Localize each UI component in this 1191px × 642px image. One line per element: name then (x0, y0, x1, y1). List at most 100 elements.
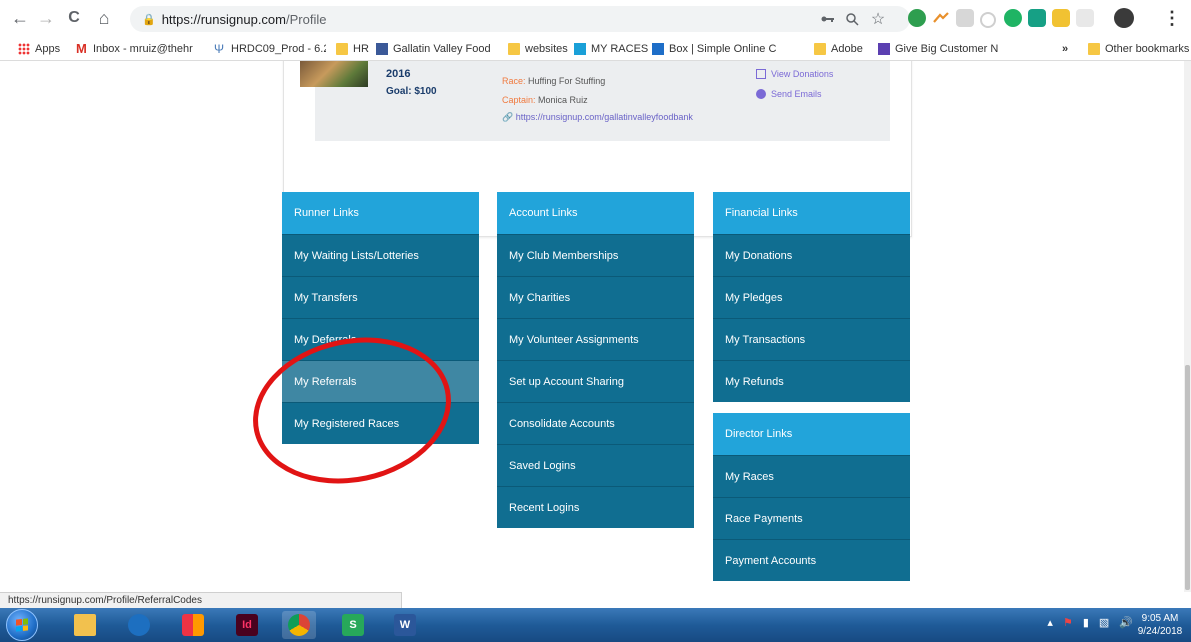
taskbar-chrome[interactable] (282, 611, 316, 639)
director-links-title: Director Links (713, 413, 910, 455)
trend-extension-icon[interactable] (932, 9, 950, 27)
bookmark-label: Adobe (831, 43, 863, 55)
tray-expand-icon[interactable]: ▴ (1047, 616, 1053, 629)
word-icon: W (394, 614, 416, 636)
bookmark-label: websites (525, 43, 568, 55)
menu-item-race-payments[interactable]: Race Payments (713, 497, 910, 539)
bookmark-other[interactable]: Other bookmarks (1088, 41, 1189, 57)
view-donations-label: View Donations (771, 69, 834, 79)
star-icon[interactable]: ☆ (868, 9, 888, 29)
bookmark-label: Gallatin Valley Food (393, 43, 491, 55)
menu-item-transfers[interactable]: My Transfers (282, 276, 479, 318)
taskbar-word[interactable]: W (388, 611, 422, 639)
bookmark-adobe[interactable]: Adobe (814, 41, 863, 57)
folder-icon (336, 43, 348, 55)
race-label: Race: (502, 76, 526, 86)
pdf-extension-icon[interactable] (956, 9, 974, 27)
start-button[interactable] (6, 609, 38, 641)
account-links-panel: Account Links My Club Memberships My Cha… (497, 192, 694, 528)
bookmark-label: Give Big Customer N (895, 43, 999, 55)
apps-grid-icon (18, 43, 30, 55)
taskbar-app-tiles[interactable] (176, 611, 210, 639)
team-link[interactable]: 🔗 https://runsignup.com/gallatinvalleyfo… (502, 112, 693, 123)
volume-icon[interactable]: 🔊 (1119, 616, 1133, 629)
taskbar-sheets[interactable]: S (336, 611, 370, 639)
grammarly-extension-icon[interactable] (1004, 9, 1022, 27)
captain-value: Monica Ruiz (538, 95, 588, 105)
menu-item-pledges[interactable]: My Pledges (713, 276, 910, 318)
tiles-icon (182, 614, 204, 636)
media-player-icon (128, 614, 150, 636)
circle-extension-icon[interactable] (980, 12, 996, 28)
gmail-icon: M (76, 41, 87, 56)
menu-icon[interactable]: ⋮ (1160, 6, 1184, 30)
menu-item-my-races[interactable]: My Races (713, 455, 910, 497)
home-icon[interactable]: ⌂ (92, 6, 116, 30)
send-emails-link[interactable]: Send Emails (756, 89, 822, 99)
key-icon[interactable] (818, 9, 838, 29)
menu-item-transactions[interactable]: My Transactions (713, 318, 910, 360)
bookmark-label: Other bookmarks (1105, 43, 1190, 55)
bookmark-label: MY RACES (591, 43, 649, 55)
taskbar-media-player[interactable] (122, 611, 156, 639)
scrollbar-thumb[interactable] (1185, 365, 1190, 590)
chart-extension-icon[interactable] (1052, 9, 1070, 27)
bookmark-apps[interactable]: Apps (18, 41, 60, 57)
menu-item-volunteer-assignments[interactable]: My Volunteer Assignments (497, 318, 694, 360)
view-donations-link[interactable]: View Donations (756, 69, 833, 79)
windows-logo-icon (16, 618, 28, 632)
action-center-icon[interactable]: ⚑ (1063, 616, 1073, 629)
window-extension-icon[interactable] (1028, 9, 1046, 27)
forward-icon[interactable]: → (34, 6, 58, 30)
menu-item-saved-logins[interactable]: Saved Logins (497, 444, 694, 486)
signal-icon[interactable]: ▮ (1083, 616, 1089, 629)
taskbar: Id S W ▴ ⚑ ▮ ▧ 🔊 9:05 AM 9/24/2018 (0, 608, 1191, 642)
menu-item-waiting-lists[interactable]: My Waiting Lists/Lotteries (282, 234, 479, 276)
bookmark-hrdc[interactable]: Ψ HRDC09_Prod - 6.2 (214, 41, 326, 57)
menu-item-deferrals[interactable]: My Deferrals (282, 318, 479, 360)
menu-item-recent-logins[interactable]: Recent Logins (497, 486, 694, 528)
power-icon[interactable]: ▧ (1099, 616, 1109, 629)
team-captain: Captain: Monica Ruiz (502, 95, 588, 105)
address-bar[interactable]: 🔒 https://runsignup.com/Profile (130, 6, 910, 32)
bookmark-box[interactable]: Box | Simple Online C (652, 41, 798, 57)
menu-item-registered-races[interactable]: My Registered Races (282, 402, 479, 444)
bookmark-hr[interactable]: HR (336, 41, 369, 57)
hrdc-icon: Ψ (214, 42, 225, 56)
menu-item-club-memberships[interactable]: My Club Memberships (497, 234, 694, 276)
lock-icon: 🔒 (142, 13, 156, 26)
bookmark-inbox[interactable]: M Inbox - mruiz@thehr (76, 41, 200, 57)
clock-time: 9:05 AM (1141, 613, 1179, 624)
check-extension-icon[interactable] (908, 9, 926, 27)
browser-toolbar: ← → C ⌂ 🔒 https://runsignup.com/Profile … (0, 0, 1191, 39)
menu-item-referrals[interactable]: My Referrals (282, 360, 479, 402)
zoom-icon[interactable] (842, 9, 862, 29)
chrome-icon (288, 614, 310, 636)
bookmark-label: Apps (35, 43, 61, 55)
bookmark-overflow[interactable]: » (1062, 41, 1068, 57)
menu-item-donations[interactable]: My Donations (713, 234, 910, 276)
bookmark-give-big[interactable]: Give Big Customer N (878, 41, 1008, 57)
bookmark-gallatin[interactable]: Gallatin Valley Food (376, 41, 502, 57)
reload-icon[interactable]: C (62, 6, 86, 30)
taskbar-explorer[interactable] (68, 611, 102, 639)
menu-item-charities[interactable]: My Charities (497, 276, 694, 318)
bookmark-websites[interactable]: websites (508, 41, 568, 57)
bookmark-my-races[interactable]: MY RACES (574, 41, 648, 57)
back-icon[interactable]: ← (8, 6, 32, 30)
team-link-text: https://runsignup.com/gallatinvalleyfood… (515, 112, 693, 122)
send-emails-label: Send Emails (771, 89, 822, 99)
shield-extension-icon[interactable] (1076, 9, 1094, 27)
avatar[interactable] (1114, 8, 1134, 28)
menu-item-refunds[interactable]: My Refunds (713, 360, 910, 402)
list-icon (878, 43, 890, 55)
team-thumbnail[interactable] (300, 61, 368, 87)
menu-item-account-sharing[interactable]: Set up Account Sharing (497, 360, 694, 402)
bookmark-label: Inbox - mruiz@thehr (93, 43, 193, 55)
url-host: https://runsignup.com (161, 11, 286, 27)
taskbar-clock[interactable]: 9:05 AM 9/24/2018 (1135, 612, 1185, 638)
menu-item-payment-accounts[interactable]: Payment Accounts (713, 539, 910, 581)
taskbar-indesign[interactable]: Id (230, 611, 264, 639)
team-year: 2016 (386, 68, 411, 80)
menu-item-consolidate-accounts[interactable]: Consolidate Accounts (497, 402, 694, 444)
